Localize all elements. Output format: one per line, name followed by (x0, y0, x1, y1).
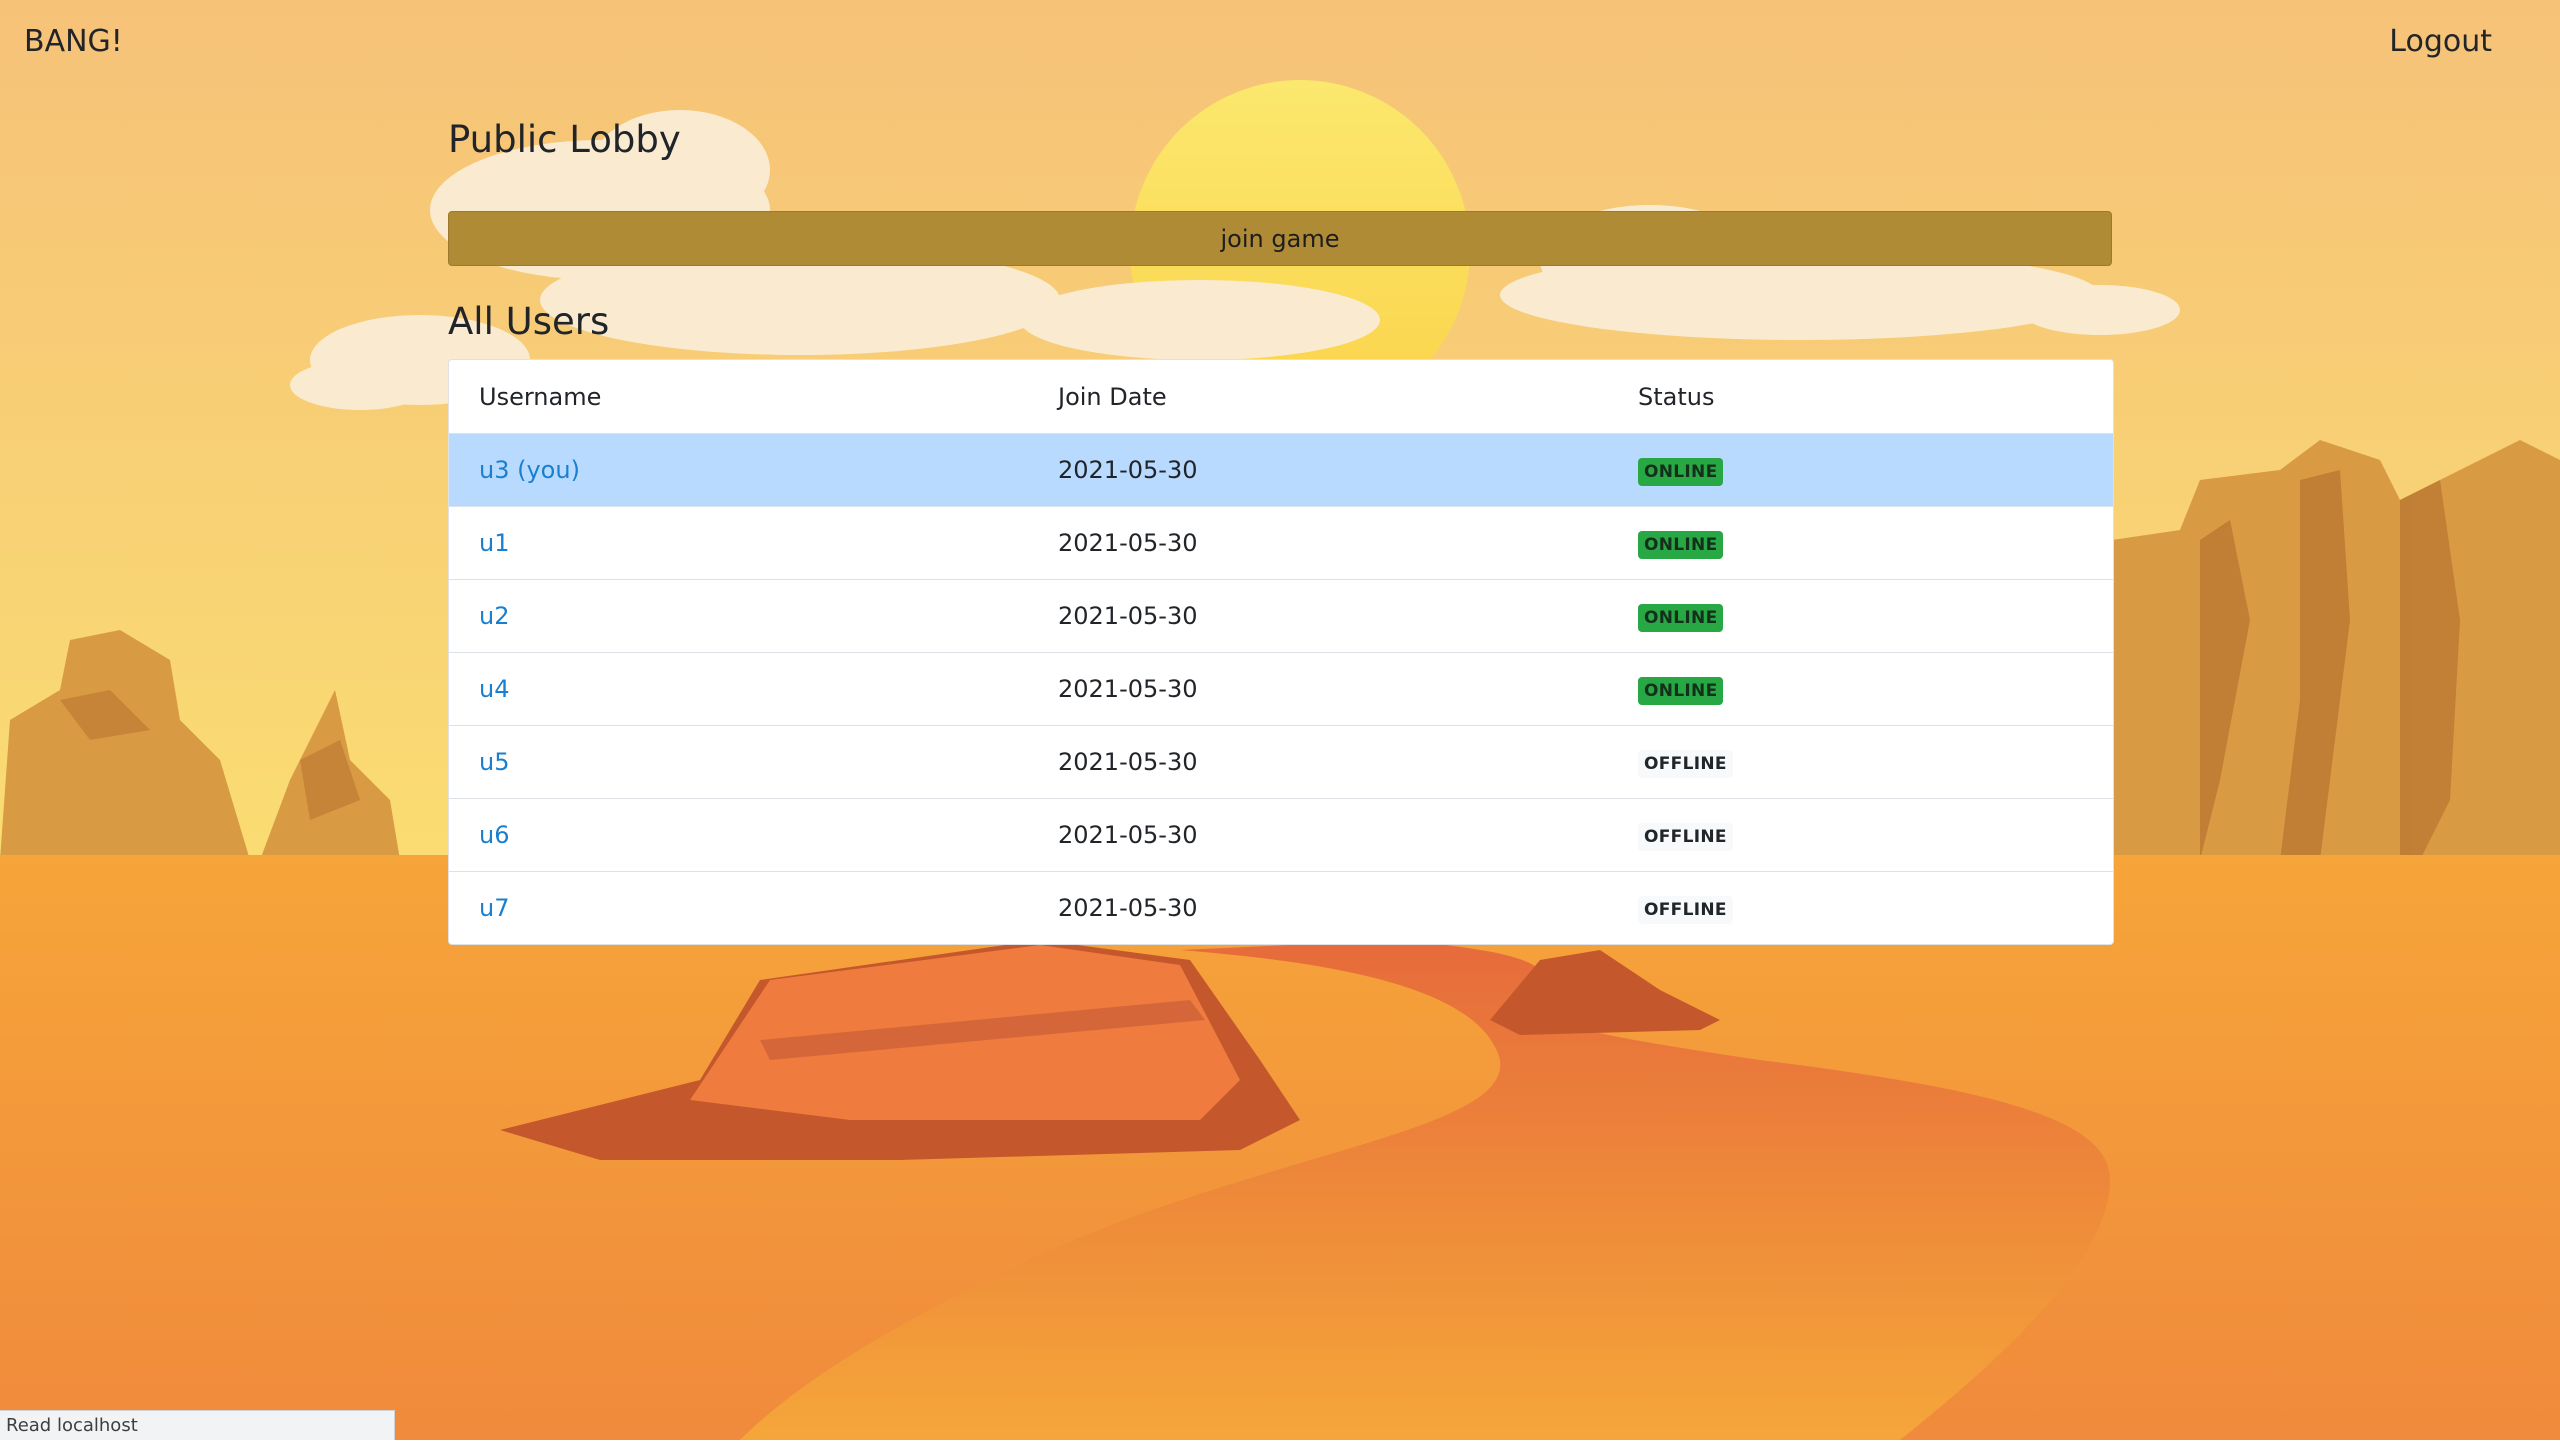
status-badge: ONLINE (1638, 457, 1724, 486)
table-row-current-user: u3 (you) 2021-05-30 ONLINE (449, 433, 2113, 507)
table-row: u6 2021-05-30 OFFLINE (449, 798, 2113, 872)
username-link[interactable]: u1 (479, 529, 509, 557)
join-date-cell: 2021-05-30 (1058, 894, 1198, 922)
username-link[interactable]: u7 (479, 894, 509, 922)
brand-logo[interactable]: BANG! (24, 24, 123, 59)
status-badge: OFFLINE (1638, 822, 1733, 851)
join-date-cell: 2021-05-30 (1028, 506, 1608, 580)
join-game-button[interactable]: join game (448, 211, 2112, 266)
status-badge: ONLINE (1638, 530, 1724, 559)
status-badge: ONLINE (1638, 603, 1724, 632)
table-row: u5 2021-05-30 OFFLINE (449, 725, 2113, 799)
table-header-row: Username Join Date Status (449, 360, 2113, 434)
users-table-container: Username Join Date Status u3 (you) 2021-… (448, 359, 2114, 945)
users-section-title: All Users (448, 300, 610, 343)
status-badge: OFFLINE (1638, 895, 1733, 924)
column-header-join-date: Join Date (1028, 360, 1608, 434)
status-badge: ONLINE (1638, 676, 1724, 705)
page-title: Public Lobby (448, 118, 681, 161)
username-link[interactable]: u3 (you) (479, 456, 580, 484)
join-date-cell: 2021-05-30 (1028, 725, 1608, 799)
join-date-cell: 2021-05-30 (1028, 433, 1608, 507)
column-header-status: Status (1608, 360, 2113, 434)
join-date-cell: 2021-05-30 (1028, 579, 1608, 653)
table-row: u7 2021-05-30 OFFLINE (449, 872, 2113, 945)
column-header-username: Username (449, 360, 1028, 434)
users-table: Username Join Date Status u3 (you) 2021-… (449, 360, 2113, 944)
table-row: u1 2021-05-30 ONLINE (449, 506, 2113, 580)
table-row: u4 2021-05-30 ONLINE (449, 652, 2113, 726)
join-date-cell: 2021-05-30 (1028, 798, 1608, 872)
username-link[interactable]: u5 (479, 748, 509, 776)
join-date-cell: 2021-05-30 (1028, 652, 1608, 726)
status-badge: OFFLINE (1638, 749, 1733, 778)
username-link[interactable]: u6 (479, 821, 509, 849)
table-row: u2 2021-05-30 ONLINE (449, 579, 2113, 653)
username-link[interactable]: u2 (479, 602, 509, 630)
username-link[interactable]: u4 (479, 675, 509, 703)
browser-status-bar: Read localhost (0, 1410, 395, 1440)
logout-link[interactable]: Logout (2389, 24, 2492, 59)
